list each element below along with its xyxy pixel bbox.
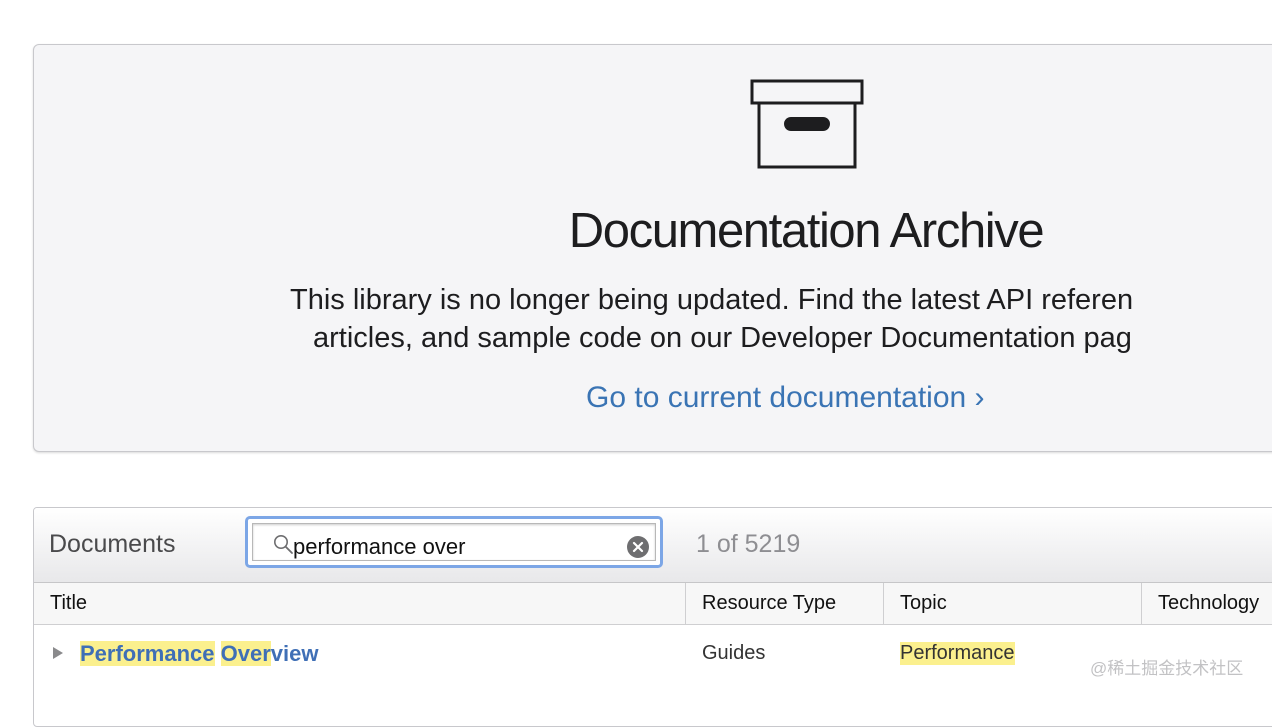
documents-label: Documents <box>49 530 176 558</box>
documents-toolbar: Documents 1 of 5219 <box>34 508 1272 583</box>
current-documentation-link[interactable]: Go to current documentation › <box>586 381 985 415</box>
title-highlight-1: Performance <box>80 641 215 666</box>
search-field-inner <box>252 523 656 561</box>
archive-description: This library is no longer being updated.… <box>290 281 1272 357</box>
documents-panel: Documents 1 of 5219 Title Resource Type <box>33 507 1272 727</box>
table-row: Performance Overview Guides Performance <box>34 625 1272 685</box>
table-header: Title Resource Type Topic Technology <box>34 583 1272 625</box>
disclosure-triangle-icon[interactable] <box>52 647 64 659</box>
title-highlight-2: Over <box>220 641 271 666</box>
column-header-resource-type[interactable]: Resource Type <box>686 583 884 624</box>
search-icon <box>274 535 293 554</box>
column-header-technology[interactable]: Technology <box>1142 583 1272 624</box>
topic-cell: Performance <box>900 642 1015 665</box>
archive-description-line-2: articles, and sample code on our Develop… <box>313 322 1132 354</box>
archive-box-icon <box>750 79 864 169</box>
title-space <box>215 641 221 666</box>
resource-type-cell: Guides <box>702 642 766 664</box>
search-input[interactable] <box>293 533 623 561</box>
column-header-title[interactable]: Title <box>34 583 686 624</box>
result-count: 1 of 5219 <box>696 530 801 558</box>
archive-banner: Documentation Archive This library is no… <box>33 44 1272 452</box>
document-title-link[interactable]: Performance Overview <box>80 641 319 667</box>
watermark: @稀土掘金技术社区 <box>1090 659 1244 678</box>
column-header-topic[interactable]: Topic <box>884 583 1142 624</box>
archive-title: Documentation Archive <box>568 204 1045 258</box>
search-field[interactable] <box>245 516 663 568</box>
title-rest: view <box>270 641 319 666</box>
clear-icon[interactable] <box>627 536 649 558</box>
archive-description-line-1: This library is no longer being updated.… <box>290 284 1134 316</box>
